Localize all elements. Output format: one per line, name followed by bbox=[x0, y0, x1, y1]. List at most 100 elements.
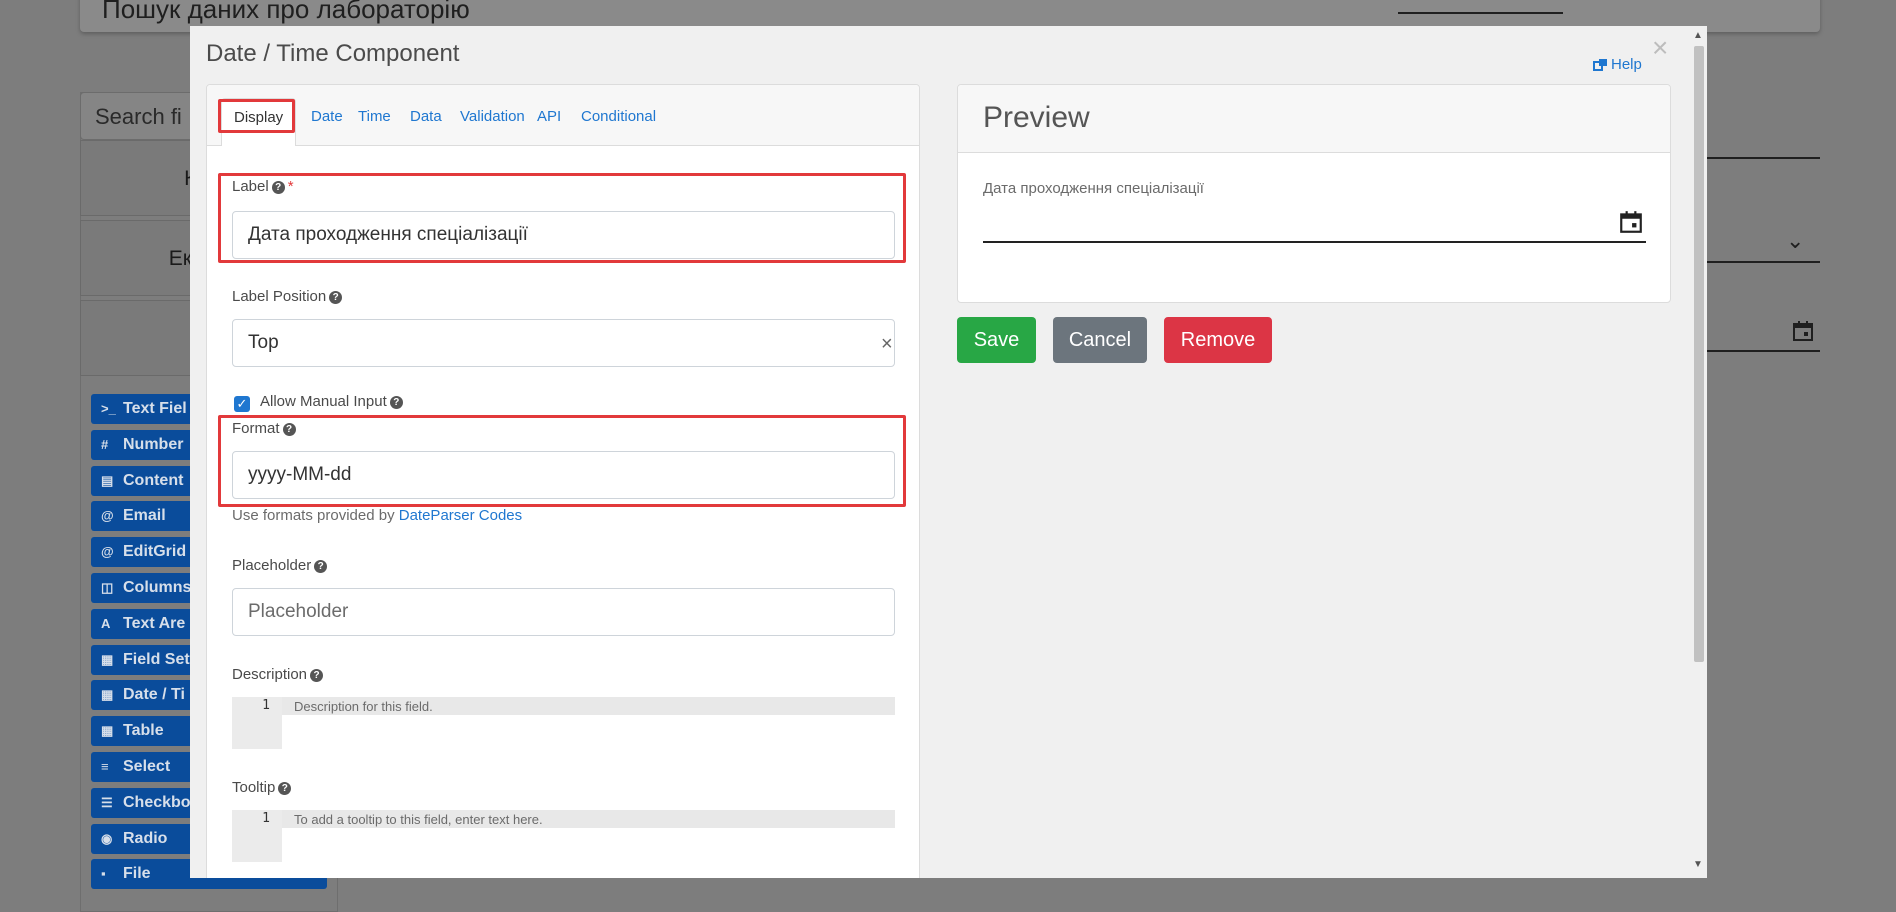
component-label: Text Fiel bbox=[123, 400, 187, 417]
component-label: Radio bbox=[123, 830, 168, 847]
component-label: Checkbo bbox=[123, 794, 191, 811]
label-position-text: Label Position bbox=[232, 288, 327, 305]
question-icon: ? bbox=[282, 423, 296, 436]
line-number: 1 bbox=[262, 698, 270, 713]
component-icon: ≡ bbox=[101, 759, 109, 774]
placeholder-label: Placeholder? bbox=[232, 557, 328, 574]
component-label: Field Set bbox=[123, 651, 190, 668]
format-text: Format bbox=[232, 420, 280, 437]
background-header-underline bbox=[1398, 12, 1563, 14]
modal-scrollbar[interactable]: ▲ ▼ bbox=[1689, 26, 1707, 878]
component-label: Columns bbox=[123, 579, 192, 596]
question-icon: ? bbox=[389, 396, 403, 409]
tab-bar: Display Date Time Data Validation API Co… bbox=[207, 85, 919, 146]
tab-data[interactable]: Data bbox=[410, 108, 442, 125]
component-label: File bbox=[123, 865, 151, 882]
background-field-underline bbox=[1705, 157, 1820, 159]
question-icon: ? bbox=[329, 291, 343, 304]
component-icon: ◫ bbox=[101, 580, 114, 595]
component-label: Select bbox=[123, 758, 171, 775]
preview-header: Preview bbox=[958, 85, 1670, 153]
line-number: 1 bbox=[262, 811, 270, 826]
question-icon: ? bbox=[278, 782, 292, 795]
required-marker: * bbox=[287, 178, 294, 195]
scroll-up-arrow[interactable]: ▲ bbox=[1693, 30, 1703, 41]
component-icon: # bbox=[101, 437, 109, 452]
component-icon: ☰ bbox=[101, 795, 113, 810]
background-field-underline bbox=[1705, 350, 1820, 352]
tab-validation[interactable]: Validation bbox=[460, 108, 525, 125]
component-label: Date / Ti bbox=[123, 686, 185, 703]
help-link[interactable]: Help bbox=[1593, 56, 1642, 73]
label-position-select[interactable]: Top × bbox=[232, 319, 895, 367]
component-icon: @ bbox=[101, 544, 114, 559]
format-help-prefix: Use formats provided by bbox=[232, 507, 399, 524]
tooltip-editor[interactable]: 1 To add a tooltip to this field, enter … bbox=[232, 810, 895, 862]
component-icon: ▦ bbox=[101, 687, 114, 702]
component-label: Number bbox=[123, 436, 184, 453]
allow-manual-input-text: Allow Manual Input bbox=[260, 393, 387, 410]
allow-manual-input-checkbox[interactable]: ✓ bbox=[234, 396, 250, 412]
label-field-label: Label? * bbox=[232, 178, 294, 195]
label-field-text: Label bbox=[232, 178, 269, 195]
tab-time[interactable]: Time bbox=[358, 108, 391, 125]
component-label: Content bbox=[123, 472, 184, 489]
date-time-component-modal: Date / Time Component × Help Display Dat… bbox=[190, 26, 1707, 878]
cancel-button[interactable]: Cancel bbox=[1053, 317, 1147, 363]
description-label: Description? bbox=[232, 666, 324, 683]
background-field-underline bbox=[1705, 261, 1820, 263]
question-icon: ? bbox=[271, 181, 285, 194]
preview-date-input[interactable] bbox=[983, 205, 1646, 243]
question-icon: ? bbox=[314, 560, 328, 573]
format-input[interactable]: yyyy-MM-dd bbox=[232, 451, 895, 499]
help-label: Help bbox=[1611, 56, 1642, 73]
scroll-down-arrow[interactable]: ▼ bbox=[1693, 859, 1703, 870]
label-input[interactable]: Дата проходження спеціалізації bbox=[232, 211, 895, 259]
tab-display[interactable]: Display bbox=[221, 98, 297, 146]
component-icon: ▦ bbox=[101, 723, 114, 738]
component-icon: ▦ bbox=[101, 652, 114, 667]
component-icon: ▪ bbox=[101, 866, 106, 881]
dateparser-codes-link[interactable]: DateParser Codes bbox=[399, 507, 522, 524]
tab-conditional[interactable]: Conditional bbox=[581, 108, 656, 125]
save-button[interactable]: Save bbox=[957, 317, 1036, 363]
calendar-icon[interactable] bbox=[1618, 209, 1644, 235]
description-editor[interactable]: 1 Description for this field. bbox=[232, 697, 895, 749]
placeholder-text: Placeholder bbox=[232, 557, 312, 574]
component-label: EditGrid bbox=[123, 543, 187, 560]
component-icon: ◉ bbox=[101, 831, 113, 846]
tooltip-text: Tooltip bbox=[232, 779, 276, 796]
remove-button[interactable]: Remove bbox=[1164, 317, 1272, 363]
modal-title: Date / Time Component bbox=[206, 40, 460, 67]
tab-api[interactable]: API bbox=[537, 108, 561, 125]
calendar-icon bbox=[1793, 321, 1813, 341]
component-icon: >_ bbox=[101, 401, 116, 416]
placeholder-input[interactable]: Placeholder bbox=[232, 588, 895, 636]
format-label: Format? bbox=[232, 420, 296, 437]
scrollbar-thumb[interactable] bbox=[1694, 46, 1704, 662]
editor-card: Display Date Time Data Validation API Co… bbox=[206, 84, 920, 878]
format-help-text: Use formats provided by DateParser Codes bbox=[232, 507, 522, 524]
label-position-label: Label Position? bbox=[232, 288, 343, 305]
component-label: Text Are bbox=[123, 615, 186, 632]
external-link-icon bbox=[1593, 59, 1607, 71]
chevron-down-icon: ⌄ bbox=[1786, 228, 1805, 253]
component-icon: A bbox=[101, 616, 111, 631]
component-label: Table bbox=[123, 722, 164, 739]
description-text: Description bbox=[232, 666, 308, 683]
allow-manual-input-label: Allow Manual Input? bbox=[260, 393, 403, 410]
tab-date[interactable]: Date bbox=[311, 108, 343, 125]
description-placeholder: Description for this field. bbox=[294, 699, 433, 714]
clear-selection-icon[interactable]: × bbox=[881, 333, 893, 356]
preview-title: Preview bbox=[983, 101, 1090, 134]
component-icon: @ bbox=[101, 508, 114, 523]
label-position-value: Top bbox=[248, 332, 279, 353]
tooltip-label: Tooltip? bbox=[232, 779, 292, 796]
close-button[interactable]: × bbox=[1652, 34, 1668, 62]
preview-card: Preview Дата проходження спеціалізації bbox=[957, 84, 1671, 303]
tooltip-placeholder: To add a tooltip to this field, enter te… bbox=[294, 812, 543, 827]
background-page-title: Пошук даних про лабораторію bbox=[102, 0, 470, 24]
question-icon: ? bbox=[310, 669, 324, 682]
component-icon: ▤ bbox=[101, 473, 114, 488]
preview-field-label: Дата проходження спеціалізації bbox=[983, 180, 1204, 197]
